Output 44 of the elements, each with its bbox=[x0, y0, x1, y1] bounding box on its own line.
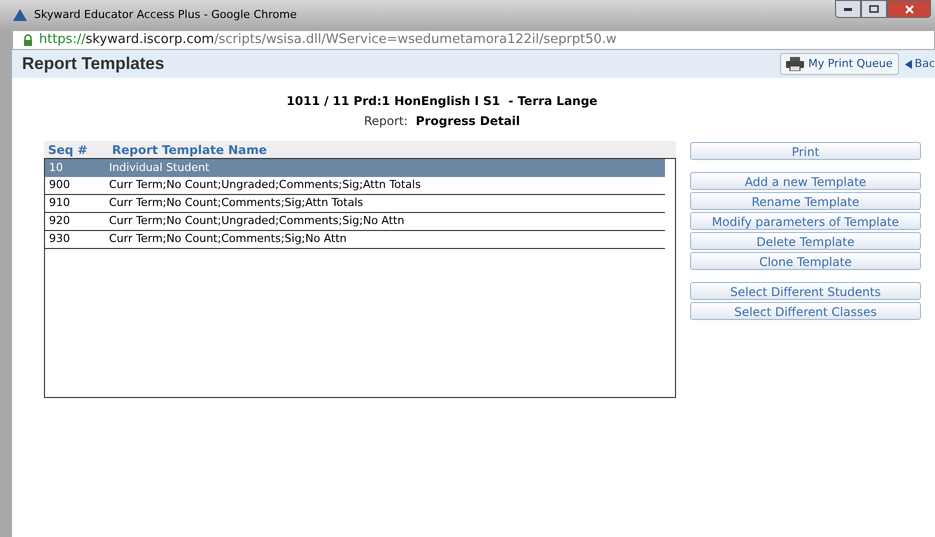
seq-cell-text: 930 bbox=[48, 231, 71, 248]
action-button[interactable]: Select Different Students bbox=[690, 282, 921, 300]
page-title: Report Templates bbox=[22, 53, 164, 76]
name-cell-text: Curr Term;No Count;Comments;Sig;No Attn bbox=[109, 231, 347, 248]
action-button[interactable]: Print bbox=[690, 142, 921, 160]
minimize-button[interactable] bbox=[835, 0, 861, 18]
action-button[interactable]: Modify parameters of Template bbox=[690, 212, 921, 230]
template-row[interactable]: 10 Individual Student bbox=[45, 159, 665, 177]
back-link[interactable]: Bac bbox=[904, 56, 935, 72]
close-button[interactable] bbox=[887, 0, 931, 18]
seq-cell-text: 910 bbox=[48, 195, 71, 212]
logo-icon bbox=[12, 8, 28, 22]
back-arrow-icon bbox=[904, 60, 912, 68]
column-header: Seq # bbox=[47, 142, 89, 158]
template-row[interactable]: 910 Curr Term;No Count;Comments;Sig;Attn Totals bbox=[45, 195, 665, 213]
seq-cell-text: 10 bbox=[48, 160, 64, 176]
print-queue-button[interactable]: My Print Queue bbox=[780, 53, 899, 75]
action-button[interactable]: Delete Template bbox=[690, 232, 921, 250]
template-row[interactable]: 900 Curr Term;No Count;Ungraded;Comments;Sig;Attn Totals bbox=[45, 177, 665, 195]
name-cell-text: Individual Student bbox=[109, 160, 210, 176]
action-button[interactable]: Clone Template bbox=[690, 252, 921, 270]
action-button[interactable]: Rename Template bbox=[690, 192, 921, 210]
seq-cell-text: 900 bbox=[48, 177, 71, 194]
name-cell-text: Curr Term;No Count;Ungraded;Comments;Sig;No Attn bbox=[109, 213, 404, 230]
lock-icon bbox=[23, 34, 33, 46]
url-text: https://skyward.iscorp.com/scripts/wsisa.dll/WService=wsedumetamora122il/seprpt50.w bbox=[39, 31, 617, 50]
seq-cell-text: 920 bbox=[48, 213, 71, 230]
report-name: Progress Detail bbox=[416, 113, 520, 130]
template-row[interactable]: 930 Curr Term;No Count;Comments;Sig;No Attn bbox=[45, 231, 665, 249]
name-cell-text: Curr Term;No Count;Ungraded;Comments;Sig;Attn Totals bbox=[109, 177, 421, 194]
maximize-button[interactable] bbox=[861, 0, 887, 18]
action-button[interactable]: Select Different Classes bbox=[690, 302, 921, 320]
window-title: Skyward Educator Access Plus - Google Chrome bbox=[34, 6, 298, 23]
report-label: Report: bbox=[364, 113, 408, 130]
minimize-icon bbox=[844, 8, 852, 10]
class-title: 1011 / 11 Prd:1 HonEnglish I S1 - Terra Lange bbox=[286, 93, 598, 110]
close-icon bbox=[904, 4, 914, 14]
action-button[interactable]: Add a new Template bbox=[690, 172, 921, 190]
name-cell-text: Curr Term;No Count;Comments;Sig;Attn Totals bbox=[109, 195, 364, 212]
template-row[interactable]: 920 Curr Term;No Count;Ungraded;Comments;Sig;No Attn bbox=[45, 213, 665, 231]
printer-icon bbox=[786, 57, 804, 71]
maximize-icon bbox=[869, 5, 879, 13]
address-bar[interactable]: https://skyward.iscorp.com/scripts/wsisa.dll/WService=wsedumetamora122il/seprpt50.w bbox=[12, 30, 935, 50]
column-header: Report Template Name bbox=[112, 142, 267, 158]
